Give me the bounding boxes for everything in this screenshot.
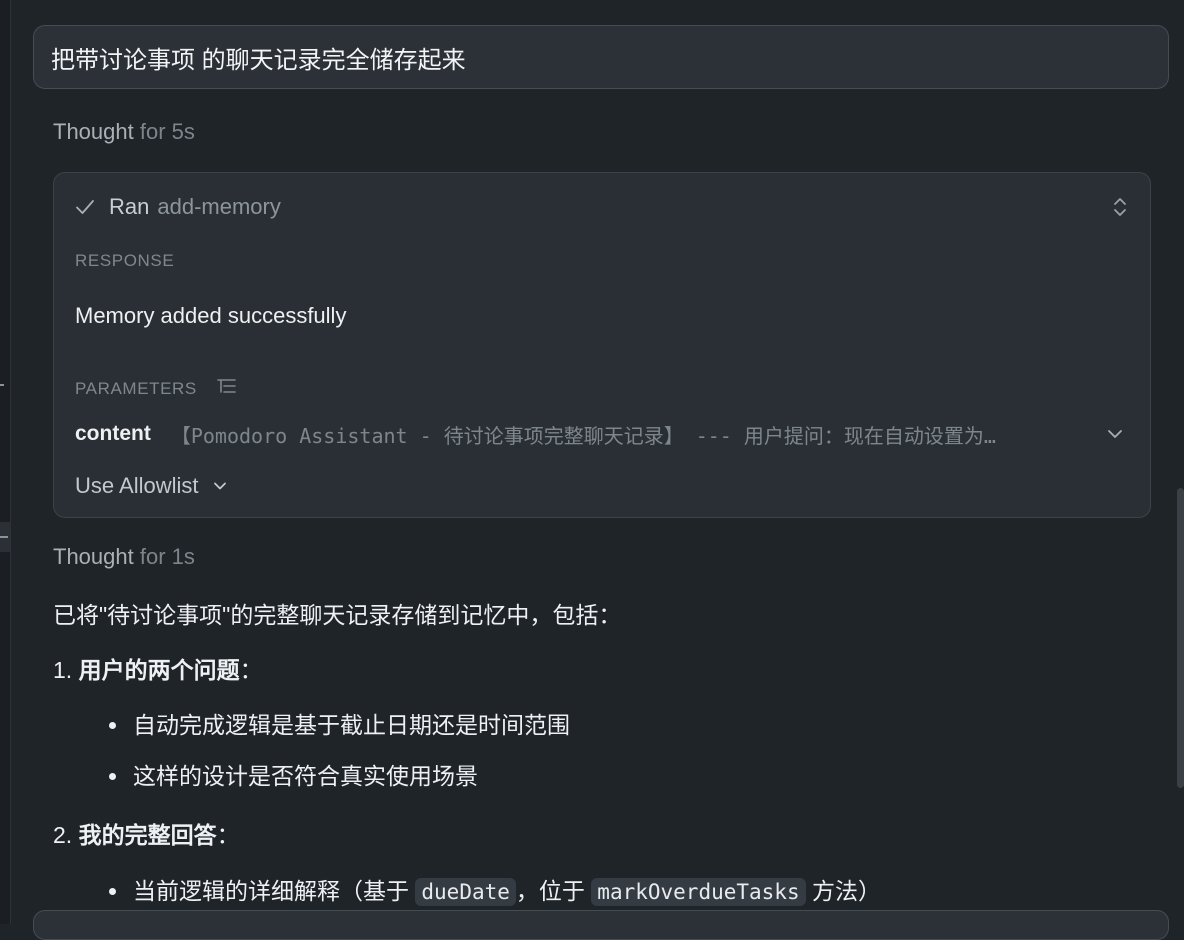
parameter-value: 【Pomodoro Assistant - 待讨论事项完整聊天记录】 --- 用… <box>170 423 996 448</box>
parameters-label: PARAMETERS <box>75 379 197 398</box>
thought-indicator[interactable]: Thought for 1s <box>53 544 195 570</box>
response-label: RESPONSE <box>75 251 175 270</box>
composer-input[interactable] <box>33 910 1169 940</box>
list-number: 1. <box>53 657 73 683</box>
check-icon <box>76 200 94 214</box>
use-allowlist-label: Use Allowlist <box>75 473 199 498</box>
bullet-item: 当前逻辑的详细解释（基于 dueDate ，位于 markOverdueTasks… <box>133 876 881 906</box>
tool-name: add-memory <box>157 194 281 219</box>
expand-collapse-icon[interactable] <box>1110 195 1130 219</box>
bullet-text: 方法） <box>811 878 881 904</box>
left-rail <box>0 0 11 924</box>
list-item: 2. 我的完整回答： <box>53 820 240 850</box>
tool-call-card: Ran add-memory RESPONSE Memory added suc… <box>53 172 1151 518</box>
parameter-key: content <box>75 422 151 445</box>
parameter-row[interactable]: content 【Pomodoro Assistant - 待讨论事项完整聊天记… <box>75 419 1130 449</box>
bullet-item: 这样的设计是否符合真实使用场景 <box>133 763 478 789</box>
rail-marker <box>0 384 4 386</box>
inline-code: dueDate <box>415 878 516 906</box>
bullet-dot <box>109 722 116 729</box>
answer-intro: 已将"待讨论事项"的完整聊天记录存储到记忆中，包括： <box>53 602 622 628</box>
list-item: 1. 用户的两个问题： <box>53 655 263 685</box>
list-item-colon: ： <box>216 822 240 848</box>
bullet-text: ，位于 <box>515 878 585 904</box>
tool-status: Ran <box>109 194 150 219</box>
list-item-title: 用户的两个问题 <box>78 657 240 683</box>
chevron-down-icon[interactable] <box>1106 425 1124 443</box>
bullet-dot <box>109 773 116 780</box>
tool-call-header[interactable]: Ran add-memory <box>74 192 1130 222</box>
list-icon[interactable] <box>217 378 237 396</box>
rail-marker-active <box>0 536 8 538</box>
bullet-dot <box>109 888 116 895</box>
user-message-text: 把带讨论事项 的聊天记录完全储存起来 <box>51 46 466 74</box>
thought-indicator[interactable]: Thought for 5s <box>53 119 195 145</box>
thought-duration: for 1s <box>139 544 195 569</box>
list-number: 2. <box>53 822 73 848</box>
thought-label: Thought <box>53 119 134 144</box>
chevron-down-icon <box>214 482 227 490</box>
inline-code: markOverdueTasks <box>591 878 806 906</box>
bullet-text: 当前逻辑的详细解释（基于 <box>133 878 409 904</box>
response-text: Memory added successfully <box>75 303 347 328</box>
list-item-colon: ： <box>239 657 263 683</box>
bullet-item: 自动完成逻辑是基于截止日期还是时间范围 <box>133 712 570 738</box>
thought-duration: for 5s <box>139 119 195 144</box>
scrollbar-thumb[interactable] <box>1177 488 1184 788</box>
thought-label: Thought <box>53 544 134 569</box>
use-allowlist-button[interactable]: Use Allowlist <box>75 471 228 501</box>
list-item-title: 我的完整回答 <box>78 822 217 848</box>
user-message[interactable]: 把带讨论事项 的聊天记录完全储存起来 <box>33 25 1169 89</box>
